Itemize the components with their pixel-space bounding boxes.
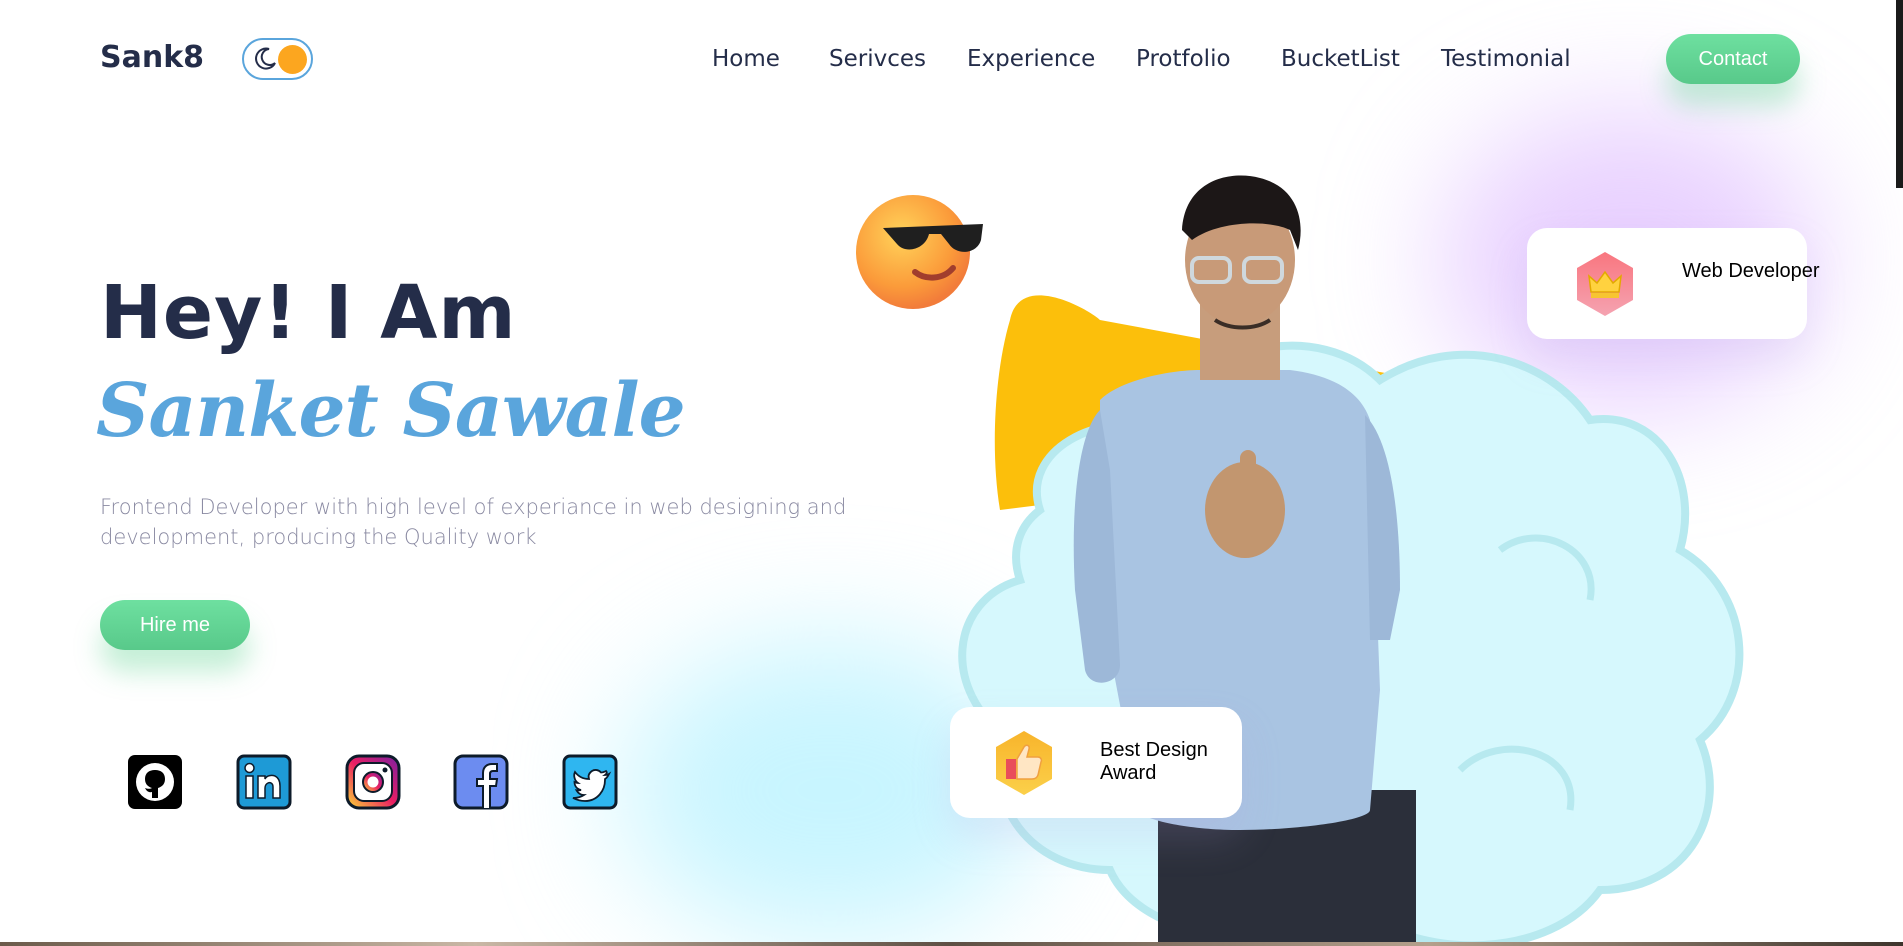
nav-experience[interactable]: Experience [967,46,1095,72]
site-logo[interactable]: Sank8 [100,40,204,75]
twitter-icon [562,754,618,810]
linkedin-link[interactable] [236,754,292,810]
hire-me-button[interactable]: Hire me [100,600,250,650]
cool-emoji-icon [856,195,983,309]
hero-name: Sanket Sawale [96,368,686,454]
instagram-link[interactable] [345,754,401,810]
web-developer-card: Web Developer [1527,228,1819,339]
moon-icon [255,47,276,70]
thumbs-up-icon [996,731,1052,795]
crown-icon [1577,252,1633,316]
nav-portfolio[interactable]: Protfolio [1136,46,1231,72]
scrollbar-thumb[interactable] [1896,0,1903,188]
toggle-knob [278,45,307,74]
bottom-strip [0,942,1903,946]
hero-description: Frontend Developer with high level of ex… [100,495,847,549]
nav-testimonial[interactable]: Testimonial [1441,46,1571,72]
nav-services[interactable]: Serivces [829,46,926,72]
award-label: Best Design Award [1100,739,1208,784]
nav-home[interactable]: Home [712,46,780,72]
facebook-link[interactable] [453,754,509,810]
github-icon [128,755,182,809]
hero-greeting: Hey! I Am [100,270,517,356]
contact-button[interactable]: Contact [1666,34,1800,84]
twitter-link[interactable] [562,754,618,810]
nav-bucketlist[interactable]: BucketList [1281,46,1400,72]
facebook-icon [453,754,509,810]
github-link[interactable] [127,754,183,810]
instagram-icon [345,754,401,810]
linkedin-icon [236,754,292,810]
theme-toggle[interactable] [242,38,313,80]
best-design-award-card: Best Design Award [950,707,1242,818]
web-developer-label: Web Developer [1682,260,1820,282]
